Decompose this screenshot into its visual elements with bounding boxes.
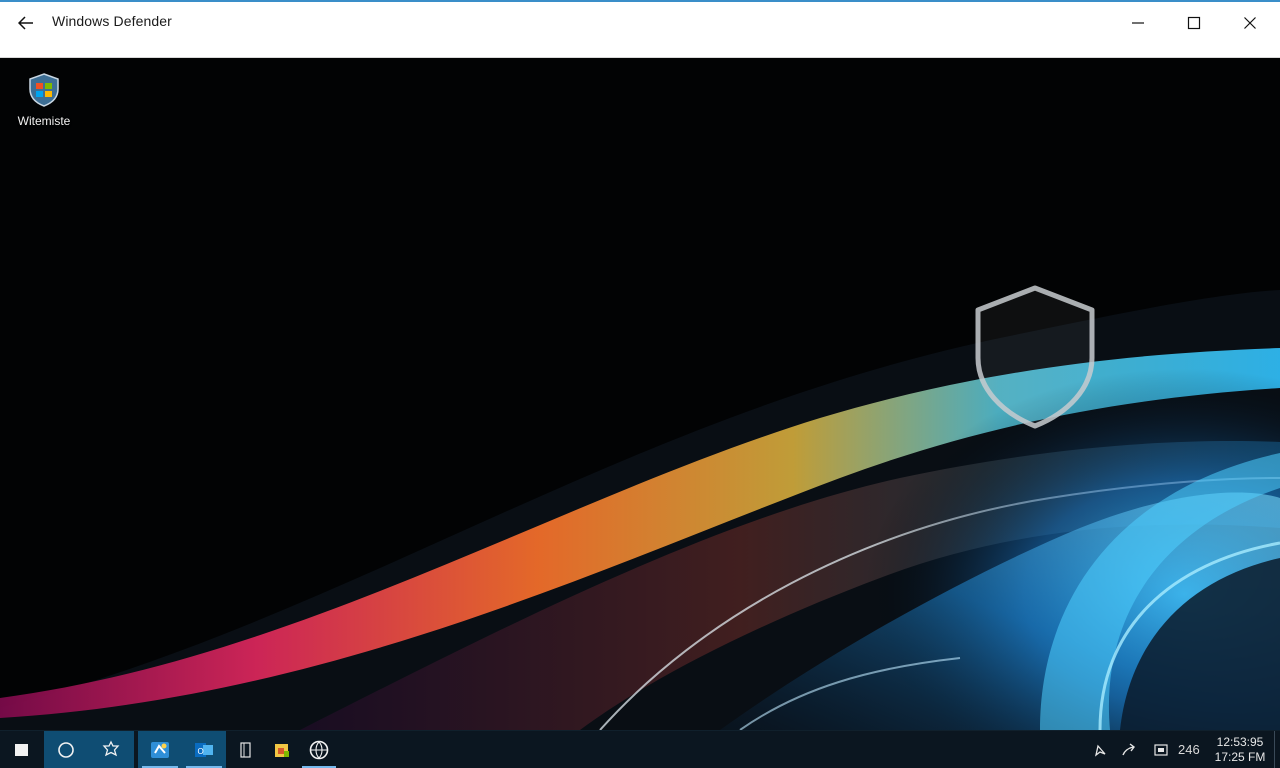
taskbar: O 246 12:53:95 17:25 FM xyxy=(0,730,1280,768)
back-arrow-icon xyxy=(18,16,33,30)
back-button[interactable] xyxy=(8,2,44,44)
tray-pen-button[interactable] xyxy=(1088,731,1114,768)
share-arrow-icon xyxy=(1122,742,1135,755)
maximize-button[interactable] xyxy=(1172,2,1216,44)
clock-time: 12:53:95 xyxy=(1216,735,1264,749)
desktop-screen: Witemiste Windows Defender O 246 12:53:9… xyxy=(0,0,1280,768)
task-view-icon xyxy=(102,740,120,756)
taskbar-app-document[interactable] xyxy=(226,731,266,768)
taskbar-app-edge[interactable] xyxy=(138,731,182,768)
wallpaper-art xyxy=(0,58,1280,730)
window-titlebar: Windows Defender xyxy=(0,0,1280,58)
tray-clock[interactable]: 12:53:95 17:25 FM xyxy=(1212,735,1268,765)
tray-display-button[interactable] xyxy=(1148,731,1174,768)
tray-count[interactable]: 246 xyxy=(1178,742,1200,757)
pen-icon xyxy=(1094,744,1106,757)
window-title: Windows Defender xyxy=(52,13,172,29)
minimize-button[interactable] xyxy=(1118,2,1158,44)
windows-start-icon xyxy=(15,743,28,756)
svg-text:O: O xyxy=(198,747,204,756)
tray-share-button[interactable] xyxy=(1116,731,1142,768)
taskbar-app-defender[interactable] xyxy=(298,731,340,768)
defender-globe-icon xyxy=(309,740,329,759)
desktop-shortcut-label: Witemiste xyxy=(17,114,71,128)
taskbar-app-outlook[interactable]: O xyxy=(182,731,226,768)
desktop-wallpaper xyxy=(0,58,1280,730)
taskbar-app-explorer[interactable] xyxy=(262,731,302,768)
windows-shield-icon xyxy=(29,73,59,107)
close-button[interactable] xyxy=(1228,2,1272,44)
desktop-shortcut[interactable]: Witemiste xyxy=(10,72,78,128)
edge-app-icon xyxy=(151,741,169,758)
show-desktop-button[interactable] xyxy=(1274,731,1280,768)
outlook-app-icon: O xyxy=(195,742,213,757)
file-explorer-icon xyxy=(275,743,289,757)
close-icon xyxy=(1244,17,1256,29)
task-view-button[interactable] xyxy=(88,731,134,768)
maximize-icon xyxy=(1187,16,1201,30)
minimize-icon xyxy=(1132,22,1144,24)
clock-date: 17:25 FM xyxy=(1214,750,1266,764)
cortana-circle-icon xyxy=(58,741,74,758)
document-app-icon xyxy=(240,741,251,758)
cortana-search-button[interactable] xyxy=(44,731,88,768)
start-button[interactable] xyxy=(0,731,44,768)
display-icon xyxy=(1154,743,1168,756)
